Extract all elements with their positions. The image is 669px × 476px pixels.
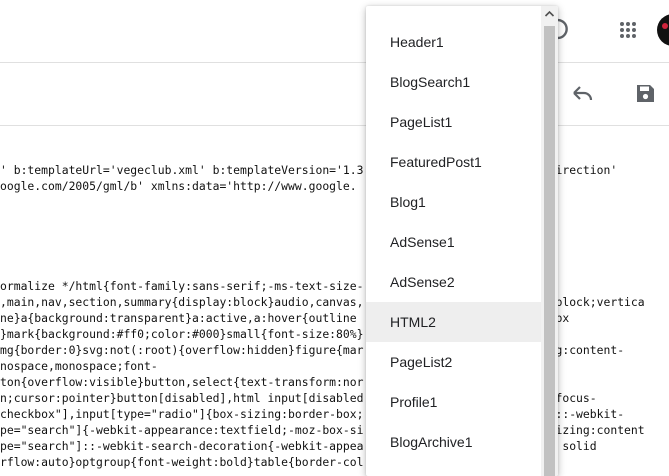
apps-grid-icon[interactable] xyxy=(619,21,637,39)
code-line: }mark{background:#ff0;color:#000}small{f… xyxy=(0,327,364,341)
menu-item-html2[interactable]: HTML2 xyxy=(366,302,541,342)
code-line: rflow:auto}optgroup{font-weight:bold}tab… xyxy=(0,455,364,469)
avatar[interactable] xyxy=(656,14,669,46)
widget-jump-menu[interactable]: Header1 BlogSearch1 PageList1 FeaturedPo… xyxy=(366,6,558,476)
save-icon[interactable] xyxy=(636,84,655,103)
editor-toolbar xyxy=(0,63,669,126)
code-line: oogle.com/2005/gml/b' xmlns:data='http:/… xyxy=(0,179,357,193)
code-line: ton{overflow:visible}button,select{text-… xyxy=(0,375,364,389)
menu-scrollbar[interactable] xyxy=(541,6,558,476)
menu-item-adsense2[interactable]: AdSense2 xyxy=(366,262,541,302)
code-line: nospace,monospace;font- xyxy=(0,359,158,373)
menu-item-featuredpost1[interactable]: FeaturedPost1 xyxy=(366,142,541,182)
menu-item-adsense1[interactable]: AdSense1 xyxy=(366,222,541,262)
menu-item-profile1[interactable]: Profile1 xyxy=(366,382,541,422)
menu-item-blog1[interactable]: Blog1 xyxy=(366,182,541,222)
code-editor[interactable]: ' b:templateUrl='vegeclub.xml' b:templat… xyxy=(0,126,669,469)
menu-item-pagelist1[interactable]: PageList1 xyxy=(366,102,541,142)
menu-item-header1[interactable]: Header1 xyxy=(366,22,541,62)
top-app-bar xyxy=(0,0,669,63)
scroll-up-arrow-icon[interactable] xyxy=(541,6,558,23)
menu-item-blogsearch1[interactable]: BlogSearch1 xyxy=(366,62,541,102)
menu-item-blogarchive1[interactable]: BlogArchive1 xyxy=(366,422,541,462)
menu-item-pagelist2[interactable]: PageList2 xyxy=(366,342,541,382)
undo-icon[interactable] xyxy=(571,85,593,103)
menu-scrollbar-thumb[interactable] xyxy=(544,26,555,476)
